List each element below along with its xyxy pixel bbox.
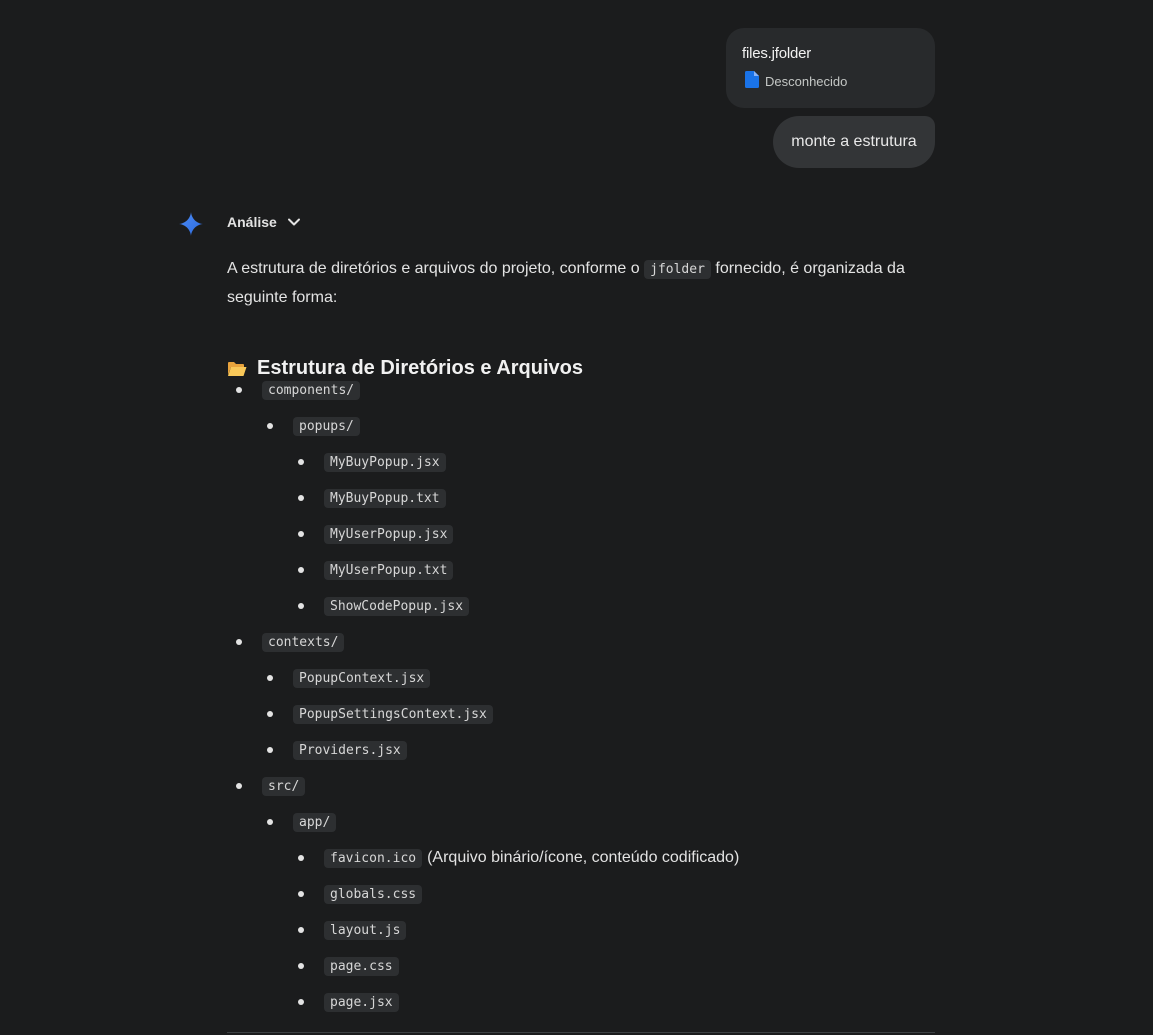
tree-item-name: MyBuyPopup.jsx: [324, 452, 446, 472]
tree-item: ShowCodePopup.jsx: [298, 588, 470, 624]
document-icon: [742, 71, 765, 91]
tree-item-note: (Arquivo binário/ícone, conteúdo codific…: [427, 849, 740, 866]
tree-item: layout.js: [298, 912, 407, 948]
tree-item-name: app/: [293, 812, 337, 832]
tree-item-name: contexts/: [262, 632, 345, 652]
tree-item-name: favicon.ico: [324, 848, 423, 868]
bullet: [236, 639, 242, 645]
tree-item-name: PopupContext.jsx: [293, 668, 431, 688]
bullet: [267, 819, 273, 825]
bullet: [298, 531, 304, 537]
tree-item: src/: [236, 768, 306, 804]
bullet: [298, 855, 304, 861]
response-body: A estrutura de diretórios e arquivos do …: [227, 255, 937, 382]
analysis-label: Análise: [227, 214, 277, 230]
tree-item-name: ShowCodePopup.jsx: [324, 596, 470, 616]
tree-item: MyUserPopup.jsx: [298, 516, 454, 552]
attachment-meta: Desconhecido: [742, 71, 919, 91]
tree-item-name: page.css: [324, 956, 399, 976]
tree-item-name: popups/: [293, 416, 360, 436]
response-intro: A estrutura de diretórios e arquivos do …: [227, 260, 905, 306]
tree-item-name: MyUserPopup.jsx: [324, 524, 454, 544]
bullet: [267, 747, 273, 753]
user-message: monte a estrutura: [773, 116, 935, 168]
attachment-file-name: files.jfolder: [742, 45, 812, 62]
chevron-down-icon: [277, 214, 301, 230]
bullet: [298, 963, 304, 969]
tree-item: favicon.ico (Arquivo binário/ícone, conte…: [298, 840, 739, 876]
bullet: [298, 603, 304, 609]
tree-item: PopupContext.jsx: [267, 660, 431, 696]
tree-item: popups/: [267, 408, 360, 444]
bullet: [298, 567, 304, 573]
bullet: [267, 711, 273, 717]
tree-item: app/: [267, 804, 337, 840]
tree-item-name: Providers.jsx: [293, 740, 407, 760]
tree-item: MyBuyPopup.jsx: [298, 444, 446, 480]
tree-item: Providers.jsx: [267, 732, 407, 768]
tree-item-name: globals.css: [324, 884, 423, 904]
tree-item-name: layout.js: [324, 920, 407, 940]
tree-item-name: MyBuyPopup.txt: [324, 488, 446, 508]
tree-item-name: components/: [262, 380, 361, 400]
tree-item-name: page.jsx: [324, 992, 399, 1012]
gemini-sparkle-icon: [179, 212, 203, 236]
bullet: [236, 387, 242, 393]
tree-item: page.jsx: [298, 984, 399, 1020]
inline-code: jfolder: [644, 260, 711, 279]
analysis-toggle[interactable]: Análise: [227, 214, 301, 230]
bullet: [267, 423, 273, 429]
tree-item: globals.css: [298, 876, 423, 912]
tree-item: PopupSettingsContext.jsx: [267, 696, 493, 732]
tree-item-name: src/: [262, 776, 306, 796]
bullet: [298, 999, 304, 1005]
bullet: [267, 675, 273, 681]
tree-item: contexts/: [236, 624, 345, 660]
bullet: [298, 891, 304, 897]
tree-item: page.css: [298, 948, 399, 984]
tree-item-name: PopupSettingsContext.jsx: [293, 704, 493, 724]
bullet: [298, 927, 304, 933]
bullet: [298, 459, 304, 465]
attachment-file-type: Desconhecido: [765, 73, 848, 89]
tree-item: MyBuyPopup.txt: [298, 480, 446, 516]
bullet: [298, 495, 304, 501]
divider: [227, 1032, 935, 1033]
tree-item: MyUserPopup.txt: [298, 552, 454, 588]
attachment-card[interactable]: files.jfolder Desconhecido: [726, 28, 935, 108]
tree-item: components/: [236, 372, 361, 408]
bullet: [236, 783, 242, 789]
tree-item-name: MyUserPopup.txt: [324, 560, 454, 580]
